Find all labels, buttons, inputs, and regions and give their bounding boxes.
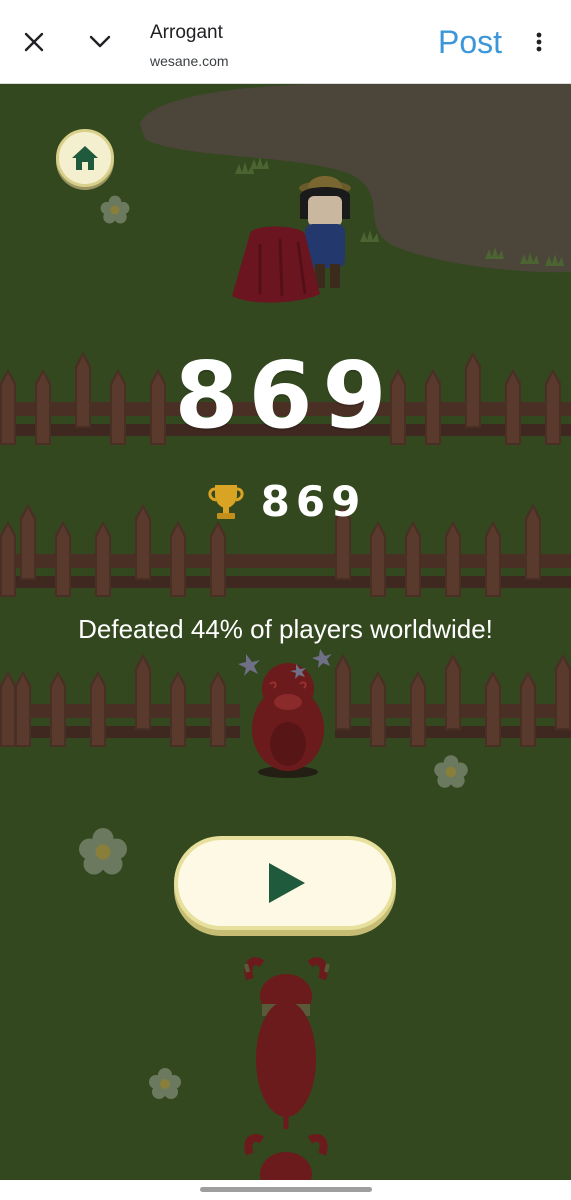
collapse-button[interactable] bbox=[80, 22, 120, 62]
home-icon bbox=[72, 146, 98, 170]
best-score-row: 869 bbox=[0, 478, 571, 526]
play-button[interactable] bbox=[174, 836, 396, 930]
post-button[interactable]: Post bbox=[438, 22, 502, 62]
flowers bbox=[79, 195, 468, 1099]
matador-character bbox=[232, 176, 351, 303]
more-vert-icon bbox=[536, 32, 542, 52]
page-domain: wesane.com bbox=[150, 53, 229, 69]
more-menu-button[interactable] bbox=[519, 22, 559, 62]
dizzy-bull bbox=[238, 649, 332, 778]
best-score: 869 bbox=[260, 477, 367, 526]
game-canvas[interactable]: 869 869 Defeated 44% of players worldwid… bbox=[0, 84, 571, 1180]
play-icon bbox=[269, 863, 305, 903]
top-app-bar: Arrogant wesane.com Post bbox=[0, 0, 571, 84]
dirt-path bbox=[140, 84, 571, 273]
defeated-message: Defeated 44% of players worldwide! bbox=[78, 614, 493, 644]
close-icon bbox=[24, 32, 44, 52]
trophy-icon bbox=[208, 485, 244, 519]
close-button[interactable] bbox=[14, 22, 54, 62]
page-title: Arrogant bbox=[150, 22, 223, 43]
home-button[interactable] bbox=[56, 129, 114, 187]
current-score: 869 bbox=[174, 342, 397, 449]
chevron-down-icon bbox=[89, 35, 111, 48]
system-navigation-bar bbox=[0, 1180, 571, 1200]
gesture-handle[interactable] bbox=[200, 1187, 372, 1192]
charging-bull bbox=[244, 957, 330, 1180]
